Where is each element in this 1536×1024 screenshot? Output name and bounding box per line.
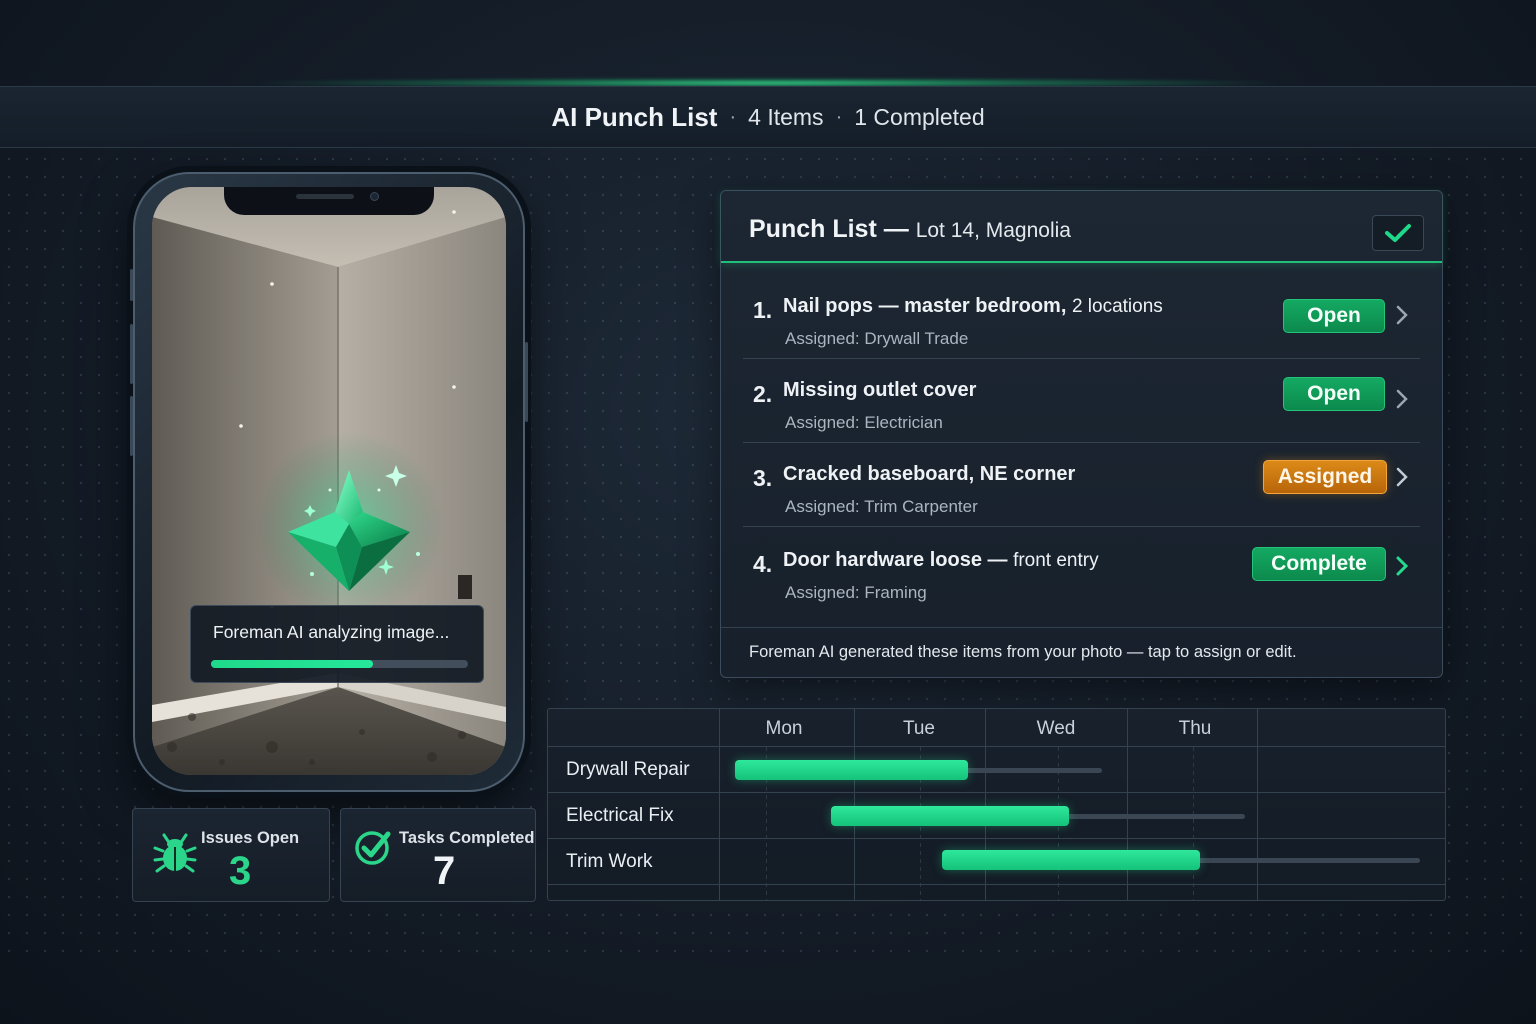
phone-mockup: Foreman AI analyzing image... <box>130 172 528 792</box>
item-title: Cracked baseboard, NE corner <box>783 463 1076 485</box>
task-label: Drywall Repair <box>566 759 690 780</box>
status-badge[interactable]: Assigned <box>1263 460 1387 494</box>
punch-item[interactable]: 1. Nail pops — master bedroom, 2 locatio… <box>743 275 1420 359</box>
task-label: Trim Work <box>566 851 653 872</box>
item-title: Nail pops — master bedroom, 2 locations <box>783 295 1163 317</box>
chevron-right-icon[interactable] <box>1392 554 1412 578</box>
header-bar: AI Punch List · 4 Items · 1 Completed <box>0 86 1536 148</box>
day-label: Thu <box>1178 718 1212 739</box>
item-title: Door hardware loose — front entry <box>783 549 1099 571</box>
day-label: Tue <box>902 718 936 739</box>
punch-list-footer: Foreman AI generated these items from yo… <box>721 627 1442 677</box>
task-bar[interactable] <box>942 850 1200 870</box>
header-separator: · <box>835 105 843 128</box>
tasks-completed-value: 7 <box>433 849 456 893</box>
item-assignee: Assigned: Framing <box>785 583 927 602</box>
schedule-gantt: Mon Tue Wed Thu Drywall Repair Electrica… <box>547 708 1446 901</box>
schedule-header: Mon Tue Wed Thu <box>548 709 1445 747</box>
item-number: 1. <box>753 297 773 323</box>
punch-list-header: Punch List — Lot 14, Magnolia <box>721 191 1442 263</box>
punch-item[interactable]: 2. Missing outlet cover Assigned: Electr… <box>743 359 1420 443</box>
schedule-row[interactable]: Drywall Repair <box>548 747 1445 793</box>
task-bar[interactable] <box>831 806 1069 826</box>
schedule-row[interactable]: Trim Work <box>548 839 1445 885</box>
punch-list-location: Lot 14, Magnolia <box>915 219 1071 242</box>
status-badge[interactable]: Open <box>1283 299 1385 333</box>
item-number: 3. <box>753 465 773 491</box>
issues-open-value: 3 <box>229 849 252 893</box>
phone-power-button <box>525 342 528 422</box>
checkmark-icon <box>1385 224 1411 242</box>
bug-icon <box>153 833 197 873</box>
phone-screen: Foreman AI analyzing image... <box>152 187 506 775</box>
page-title: AI Punch List <box>551 101 718 132</box>
ai-progress-fill <box>211 660 373 668</box>
issues-open-label: Issues Open <box>201 829 300 847</box>
status-badge[interactable]: Complete <box>1252 547 1386 581</box>
task-label: Electrical Fix <box>566 805 674 826</box>
item-count: 4 Items <box>748 103 824 130</box>
item-assignee: Assigned: Trim Carpenter <box>785 497 978 516</box>
phone-notch <box>224 187 434 215</box>
item-assignee: Assigned: Electrician <box>785 413 943 432</box>
item-title: Missing outlet cover <box>783 379 977 401</box>
chevron-right-icon[interactable] <box>1392 303 1412 327</box>
punch-list-title: Punch List — Lot 14, Magnolia <box>749 215 1071 243</box>
punch-item[interactable]: 3. Cracked baseboard, NE corner Assigned… <box>743 443 1420 527</box>
footer-note: Foreman AI generated these items from yo… <box>749 643 1297 661</box>
tasks-completed-card[interactable]: Tasks Completed 7 <box>340 808 536 902</box>
item-assignee: Assigned: Drywall Trade <box>785 329 969 348</box>
chevron-right-icon[interactable] <box>1392 465 1412 489</box>
phone-mute-switch <box>130 269 133 301</box>
item-number: 2. <box>753 381 773 407</box>
check-circle-icon <box>355 831 391 865</box>
ai-status-text: Foreman AI analyzing image... <box>213 622 450 642</box>
ai-progress-bar <box>211 660 468 668</box>
header-separator: · <box>729 105 737 128</box>
task-bar[interactable] <box>735 760 968 780</box>
phone-volume-up <box>130 324 133 384</box>
ai-analysis-panel: Foreman AI analyzing image... <box>190 605 484 683</box>
day-label: Wed <box>1036 718 1076 739</box>
issues-open-card[interactable]: Issues Open 3 <box>132 808 330 902</box>
tasks-completed-label: Tasks Completed <box>399 829 535 847</box>
status-badge[interactable]: Open <box>1283 377 1385 411</box>
punch-item[interactable]: 4. Door hardware loose — front entry Ass… <box>743 529 1420 613</box>
confirm-button[interactable] <box>1372 215 1424 251</box>
day-label: Mon <box>765 718 803 739</box>
chevron-right-icon[interactable] <box>1392 387 1412 411</box>
item-number: 4. <box>753 551 773 577</box>
schedule-row[interactable]: Electrical Fix <box>548 793 1445 839</box>
punch-list-card: Punch List — Lot 14, Magnolia 1. Nail po… <box>720 190 1443 678</box>
phone-volume-down <box>130 396 133 456</box>
room-photo <box>152 187 506 775</box>
completed-count: 1 Completed <box>854 103 985 130</box>
